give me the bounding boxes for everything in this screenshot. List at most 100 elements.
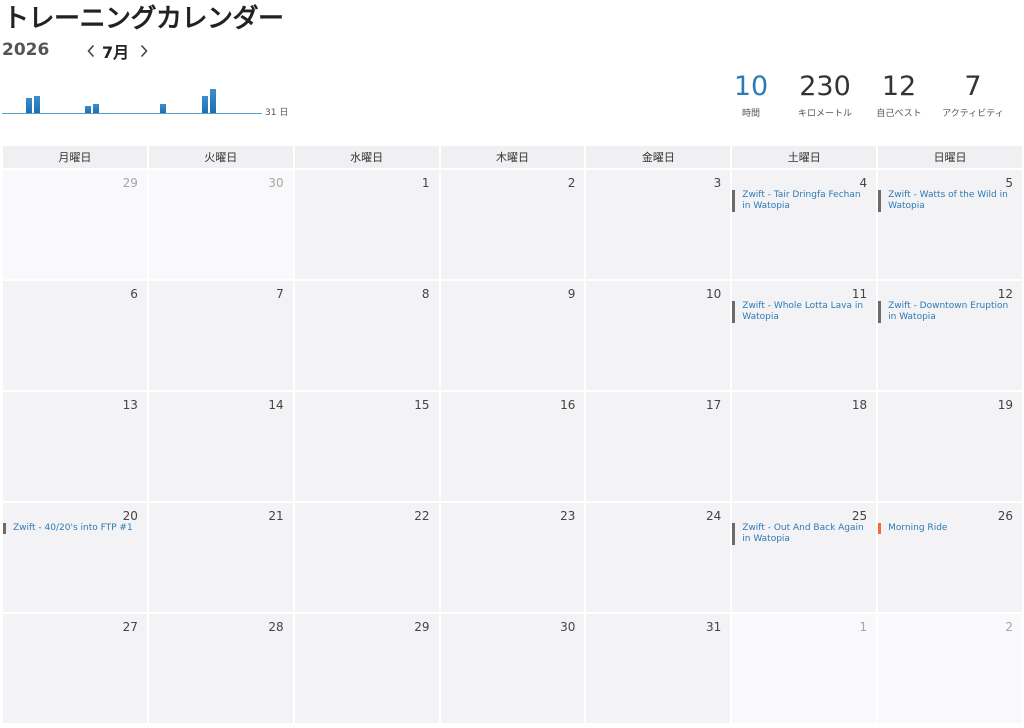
calendar-day[interactable]: 21 [148, 503, 293, 612]
day-number: 1 [421, 176, 430, 190]
day-number: 8 [421, 287, 430, 301]
day-number: 12 [997, 287, 1013, 301]
day-number: 22 [414, 509, 430, 523]
calendar-day[interactable]: 16 [440, 392, 585, 501]
mini-chart-bar [85, 106, 91, 113]
calendar-day[interactable]: 12 Zwift - Downtown Eruption in Watopia [878, 281, 1022, 390]
calendar-day[interactable]: 29 [3, 170, 147, 279]
weekday-header: 水曜日 [294, 146, 439, 168]
calendar-day[interactable]: 3 [586, 170, 731, 279]
calendar-day[interactable]: 25 Zwift - Out And Back Again in Watopia [732, 503, 877, 612]
calendar-day[interactable]: 1 [294, 170, 439, 279]
day-number: 17 [706, 398, 722, 412]
day-number: 2 [1005, 620, 1013, 634]
calendar-day[interactable]: 9 [440, 281, 585, 390]
day-number: 16 [560, 398, 576, 412]
day-number: 13 [122, 398, 138, 412]
weekday-header: 月曜日 [3, 146, 147, 168]
year-label: 2026 [2, 40, 50, 60]
calendar-day[interactable]: 11 Zwift - Whole Lotta Lava in Watopia [732, 281, 877, 390]
activity-link[interactable]: Zwift - Out And Back Again in Watopia [732, 523, 870, 545]
day-number: 21 [268, 509, 284, 523]
calendar-day[interactable]: 17 [586, 392, 731, 501]
stat-item: 7 アクティビティ [936, 70, 1010, 119]
activity-link[interactable]: Zwift - Tair Dringfa Fechan in Watopia [732, 190, 870, 212]
calendar-day[interactable]: 27 [3, 614, 147, 723]
day-number: 30 [560, 620, 576, 634]
calendar-day[interactable]: 13 [3, 392, 147, 501]
stat-item: 12 自己ベスト [862, 70, 936, 119]
day-number: 5 [1005, 176, 1013, 190]
calendar-day[interactable]: 10 [586, 281, 731, 390]
calendar-day[interactable]: 30 [148, 170, 293, 279]
calendar-day[interactable]: 2 [440, 170, 585, 279]
calendar-day[interactable]: 22 [294, 503, 439, 612]
calendar-day[interactable]: 8 [294, 281, 439, 390]
day-number: 19 [997, 398, 1013, 412]
stat-label: 時間 [741, 109, 760, 119]
month-navigation: 7月 [82, 39, 153, 63]
weekday-header: 木曜日 [440, 146, 585, 168]
calendar-day[interactable]: 2 [878, 614, 1022, 723]
calendar-day[interactable]: 26 Morning Ride [878, 503, 1022, 612]
activity-link[interactable]: Zwift - Watts of the Wild in Watopia [878, 190, 1016, 212]
chevron-left-icon[interactable] [82, 41, 100, 61]
weekday-header: 金曜日 [586, 146, 731, 168]
day-number: 7 [276, 287, 284, 301]
mini-chart-bar [26, 98, 32, 113]
month-label: 7月 [102, 43, 130, 62]
calendar-day[interactable]: 18 [732, 392, 877, 501]
calendar-day[interactable]: 7 [148, 281, 293, 390]
calendar-day[interactable]: 30 [440, 614, 585, 723]
weekday-header-row: 月曜日 火曜日 水曜日 木曜日 金曜日 土曜日 日曜日 [3, 146, 1022, 168]
day-number: 18 [851, 398, 868, 412]
stat-value: 230 [799, 71, 851, 102]
weekday-header: 日曜日 [878, 146, 1022, 168]
mini-chart-bar [160, 104, 166, 113]
activity-link[interactable]: Zwift - Downtown Eruption in Watopia [878, 301, 1016, 323]
monthly-stats: 10 時間 230 キロメートル 12 自己ベスト 7 アクティビティ [714, 70, 1010, 119]
activity-link[interactable]: Zwift - Whole Lotta Lava in Watopia [732, 301, 870, 323]
calendar-day[interactable]: 6 [3, 281, 147, 390]
day-number: 26 [997, 509, 1013, 523]
stat-value: 12 [881, 71, 917, 102]
day-number: 27 [122, 620, 138, 634]
stat-value: 10 [733, 71, 769, 102]
calendar-day[interactable]: 31 [586, 614, 731, 723]
calendar-day[interactable]: 5 Zwift - Watts of the Wild in Watopia [878, 170, 1022, 279]
day-number: 29 [414, 620, 430, 634]
calendar-day[interactable]: 24 [586, 503, 731, 612]
day-number: 24 [706, 509, 722, 523]
calendar-day[interactable]: 14 [148, 392, 293, 501]
day-number: 28 [268, 620, 284, 634]
page-title: トレーニングカレンダー [3, 4, 284, 34]
stat-label: アクティビティ [942, 109, 1004, 119]
weekday-header: 土曜日 [732, 146, 877, 168]
chevron-right-icon[interactable] [135, 41, 153, 61]
calendar-day[interactable]: 20 Zwift - 40/20's into FTP #1 [3, 503, 147, 612]
day-number: 10 [706, 287, 722, 301]
day-number: 9 [567, 287, 576, 301]
day-number: 31 [706, 620, 722, 634]
calendar-day[interactable]: 4 Zwift - Tair Dringfa Fechan in Watopia [732, 170, 877, 279]
day-number: 2 [567, 176, 576, 190]
calendar-day[interactable]: 1 [732, 614, 877, 723]
activity-link[interactable]: Zwift - 40/20's into FTP #1 [3, 523, 141, 534]
stat-label: キロメートル [797, 109, 852, 119]
mini-chart-bar [93, 104, 99, 113]
mini-chart-bar [210, 89, 216, 113]
mini-chart-bar [202, 96, 208, 113]
day-number: 29 [122, 176, 138, 190]
calendar-day[interactable]: 29 [294, 614, 439, 723]
day-number: 3 [713, 176, 722, 190]
calendar-day[interactable]: 19 [878, 392, 1022, 501]
day-number: 11 [851, 287, 868, 301]
day-number: 14 [268, 398, 284, 412]
calendar-day[interactable]: 15 [294, 392, 439, 501]
stat-item: 230 キロメートル [788, 70, 862, 119]
calendar-day[interactable]: 28 [148, 614, 293, 723]
day-number: 15 [414, 398, 430, 412]
calendar-day[interactable]: 23 [440, 503, 585, 612]
day-number: 1 [859, 620, 868, 634]
activity-link[interactable]: Morning Ride [878, 523, 1016, 534]
